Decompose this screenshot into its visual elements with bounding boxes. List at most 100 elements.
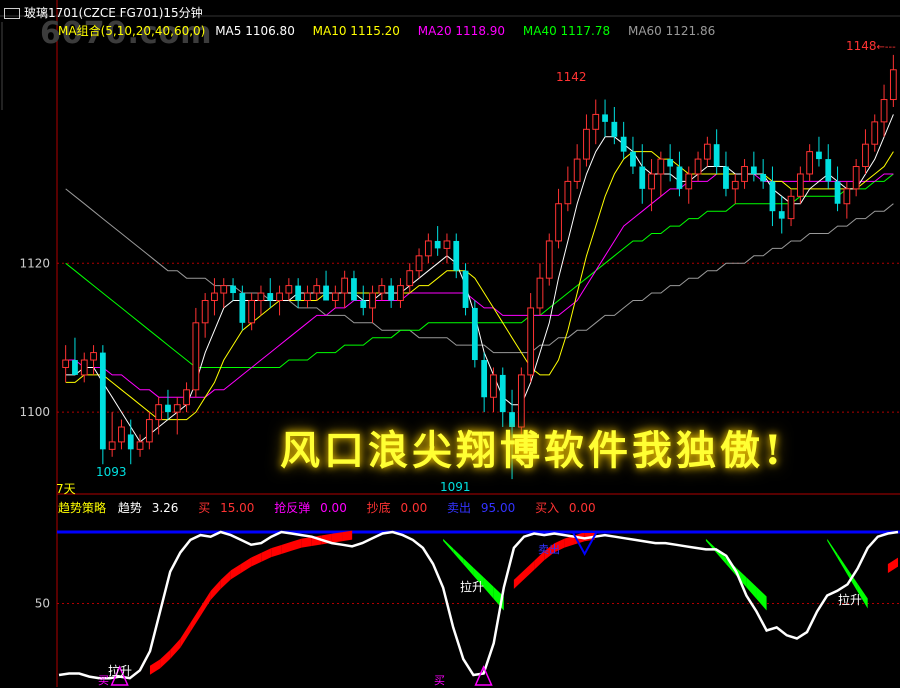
candle-body-up: [862, 143, 869, 168]
trend-band-segment: [190, 606, 201, 632]
falling-band-segment: [453, 548, 464, 565]
candle-body-up: [313, 285, 321, 294]
chart-frame: [0, 0, 900, 687]
buy-signal-label-1: 买: [98, 674, 109, 687]
trend-indicator-panel[interactable]: [57, 530, 900, 686]
candle-body-down: [471, 307, 478, 361]
sell-signal-label: 卖出: [538, 543, 560, 556]
candle-body-down: [778, 211, 785, 219]
trend-band-segment: [271, 544, 282, 558]
candle-body-down: [165, 404, 171, 413]
candle-body-down: [434, 240, 441, 249]
candle-body-down: [388, 285, 395, 301]
candle-body-up: [80, 359, 88, 376]
ma60-value: MA60 1121.86: [627, 24, 716, 38]
candle-body-up: [806, 151, 814, 175]
candle-body-up: [573, 158, 581, 182]
candle-body-up: [192, 322, 200, 391]
candle-body-down: [360, 300, 367, 308]
trend-value: 3.26: [151, 501, 179, 515]
candle-body-up: [173, 404, 181, 413]
candle-body-down: [667, 159, 674, 167]
trend-band-segment: [281, 541, 292, 554]
trend-label: 趋势: [117, 501, 142, 515]
candle-body-down: [462, 270, 469, 308]
falling-band-segment: [827, 538, 838, 558]
candle-body-up: [703, 143, 711, 160]
candle-body-down: [611, 121, 618, 137]
candle-body-up: [536, 277, 544, 309]
candle-body-up: [136, 441, 144, 450]
candle-body-down: [620, 136, 627, 152]
candle-body-up: [90, 352, 97, 361]
candle-body-down: [602, 114, 608, 122]
trend-band-segment: [523, 560, 535, 580]
candle-body-up: [406, 270, 414, 287]
low-price-label-left: 1093: [96, 465, 127, 479]
candle-body-down: [834, 181, 841, 204]
candle-body-up: [118, 426, 125, 443]
trend-band-segment: [342, 530, 353, 542]
kline-chart[interactable]: 1100 1120 50: [0, 0, 900, 687]
candle-body-down: [723, 166, 729, 189]
candlestick-series[interactable]: [62, 54, 897, 480]
indicator-name[interactable]: 趋势策略: [58, 501, 106, 515]
candle-body-up: [843, 188, 851, 205]
trend-band-segment: [240, 557, 252, 574]
candle-body-down: [127, 434, 134, 450]
ma5-value: MA5 1106.80: [215, 24, 295, 38]
trend-band-segment: [220, 570, 231, 589]
candle-body-up: [331, 292, 339, 301]
price-tick-label: 1120: [19, 256, 50, 270]
rebound-value: 0.00: [320, 501, 347, 515]
trend-band-segment: [331, 532, 343, 543]
candle-body-up: [741, 166, 748, 182]
candle-body-down: [481, 360, 488, 398]
ma40-value: MA40 1117.78: [522, 24, 611, 38]
falling-band-segment: [837, 553, 848, 575]
candle-body-down: [453, 240, 460, 271]
candle-body-up: [201, 299, 209, 324]
candle-body-up: [304, 292, 311, 301]
candle-body-up: [443, 240, 451, 249]
falling-band-segment: [463, 558, 474, 576]
buy-value: 15.00: [220, 501, 255, 515]
candle-body-down: [639, 166, 646, 189]
candle-body-up: [852, 166, 860, 190]
candle-body-up: [880, 99, 888, 123]
falling-band-segment: [443, 538, 454, 553]
candle-body-up: [648, 173, 655, 190]
ma60-line: [65, 188, 894, 354]
lift-signal-label-2: 拉升: [838, 593, 863, 607]
trend-line: [58, 530, 899, 680]
buy-label: 买: [198, 501, 211, 515]
candle-body-down: [499, 374, 506, 413]
falling-band-segment: [756, 586, 767, 611]
candle-body-up: [341, 277, 349, 294]
candle-body-up: [397, 285, 404, 301]
rebound-label: 抢反弹: [274, 501, 311, 515]
candle-body-down: [769, 181, 776, 212]
bottom-fish-label: 抄底: [366, 501, 391, 515]
trend-band-segment: [887, 557, 898, 574]
candle-body-down: [99, 352, 106, 450]
candle-body-down: [323, 285, 329, 301]
candle-body-up: [685, 173, 693, 190]
ma-group-label[interactable]: MA组合(5,10,20,40,60,0): [58, 24, 205, 38]
trend-band-segment: [149, 659, 161, 675]
candle-body-up: [155, 404, 163, 421]
sell-label: 卖出: [447, 501, 472, 515]
candle-body-down: [750, 166, 757, 174]
trend-band-segment: [160, 649, 171, 669]
period-label: 7天: [56, 482, 76, 496]
candle-body-down: [295, 285, 302, 301]
candle-body-down: [825, 159, 832, 182]
candle-body-down: [239, 293, 246, 323]
peak-price-label: 1142: [556, 70, 587, 84]
trend-band-segment: [170, 638, 181, 659]
minimize-icon[interactable]: [4, 8, 20, 19]
trend-band-segment: [301, 536, 312, 548]
candle-body-up: [527, 307, 535, 376]
candle-body-up: [555, 203, 562, 242]
candle-body-up: [211, 292, 218, 301]
